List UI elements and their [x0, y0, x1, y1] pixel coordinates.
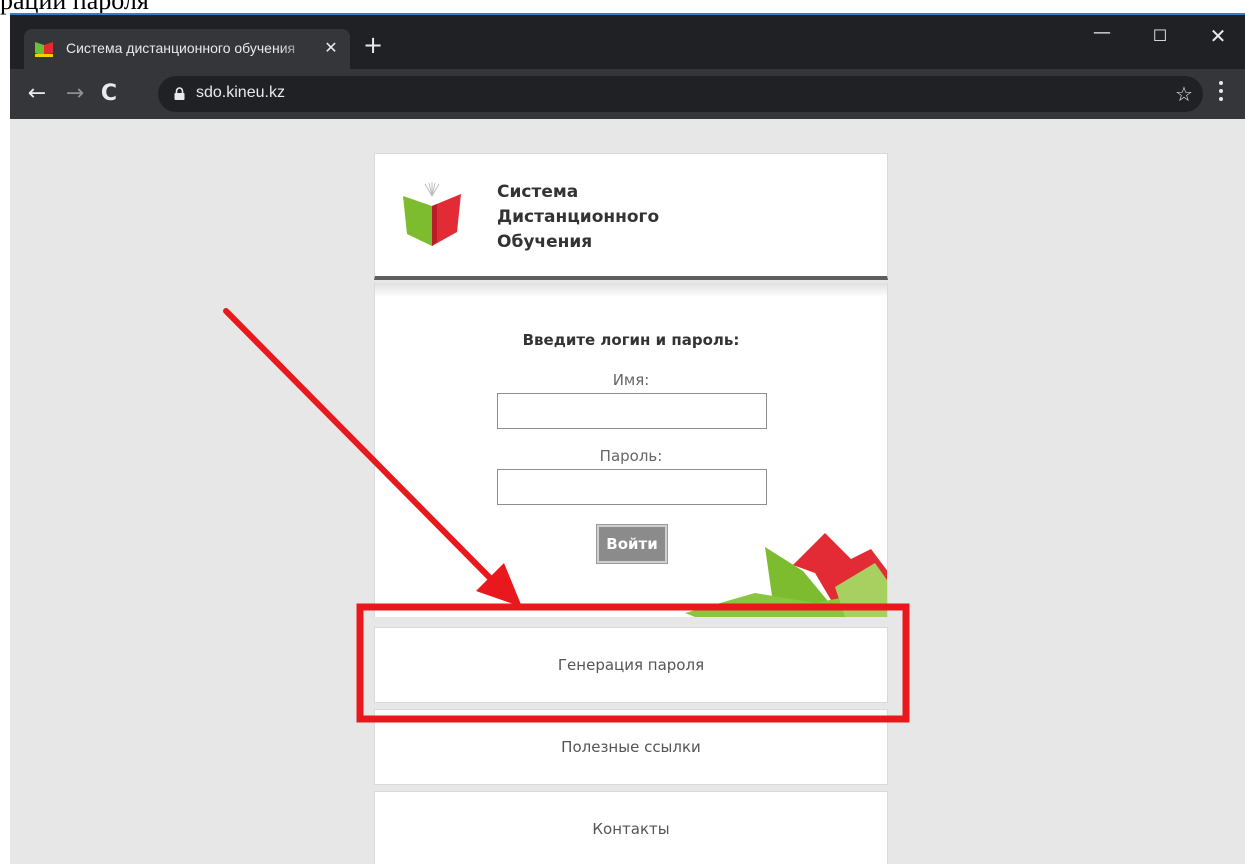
- tab-title: Система дистанционного обучения: [66, 40, 296, 56]
- system-title: Система Дистанционного Обучения: [497, 180, 659, 255]
- book-logo-icon: [403, 182, 461, 246]
- system-title-line: Дистанционного: [497, 207, 660, 227]
- password-input[interactable]: [497, 469, 767, 505]
- decorative-leaves: [685, 533, 887, 617]
- maximize-icon[interactable]: ☐: [1140, 21, 1180, 51]
- reload-icon[interactable]: C: [94, 79, 124, 109]
- system-title-line: Обучения: [497, 232, 593, 252]
- login-form: Введите логин и пароль: Имя: Пароль: Вой…: [374, 283, 888, 617]
- forward-arrow-icon[interactable]: →: [60, 79, 90, 109]
- browser-toolbar: ← → C sdo.kineu.kz ☆: [10, 69, 1245, 119]
- password-label: Пароль:: [599, 447, 663, 465]
- browser-titlebar: Система дистанционного обучения ✕ + — ☐ …: [10, 15, 1245, 69]
- menu-item-useful-links[interactable]: Полезные ссылки: [374, 709, 888, 785]
- minimize-icon[interactable]: —: [1082, 21, 1122, 51]
- browser-tab[interactable]: Система дистанционного обучения ✕: [24, 29, 350, 69]
- site-header: Система Дистанционного Обучения: [374, 153, 888, 280]
- address-bar[interactable]: sdo.kineu.kz ☆: [158, 76, 1203, 112]
- favicon-icon: [35, 42, 53, 57]
- plus-icon[interactable]: +: [360, 33, 386, 59]
- login-heading: Введите логин и пароль:: [522, 331, 740, 349]
- menu-item-password-generation[interactable]: Генерация пароля: [374, 627, 888, 703]
- star-icon[interactable]: ☆: [1170, 80, 1198, 108]
- page-viewport: Система Дистанционного Обучения Введите …: [10, 119, 1245, 864]
- system-title-line: Система: [497, 182, 579, 202]
- login-button[interactable]: Войти: [596, 524, 668, 564]
- url-text[interactable]: sdo.kineu.kz: [196, 84, 285, 102]
- menu-item-contacts[interactable]: Контакты: [374, 791, 888, 864]
- name-input[interactable]: [497, 393, 767, 429]
- browser-window: Система дистанционного обучения ✕ + — ☐ …: [10, 13, 1245, 864]
- name-label: Имя:: [612, 371, 650, 389]
- kebab-menu-icon[interactable]: [1213, 81, 1229, 109]
- lock-icon: [174, 87, 185, 100]
- close-icon[interactable]: ✕: [320, 37, 342, 59]
- window-close-icon[interactable]: ✕: [1198, 21, 1238, 51]
- back-arrow-icon[interactable]: ←: [22, 79, 52, 109]
